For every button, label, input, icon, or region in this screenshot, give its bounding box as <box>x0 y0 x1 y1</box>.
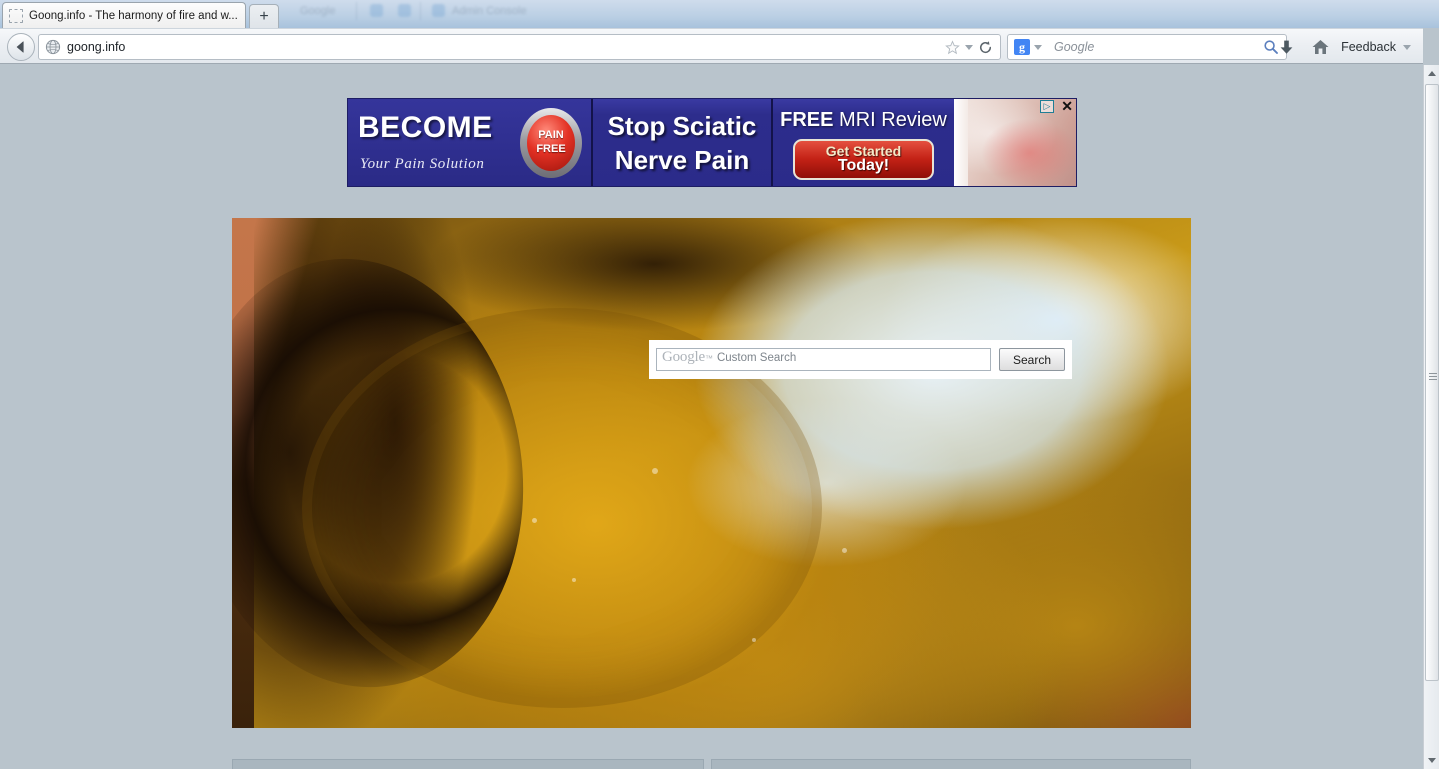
downloads-button[interactable] <box>1269 30 1303 64</box>
custom-search-brand: Google <box>662 349 705 365</box>
search-engine-dropdown-icon[interactable] <box>1034 44 1042 50</box>
ad-pane-become[interactable]: BECOME Your Pain Solution PAIN FREE <box>348 99 593 186</box>
browser-search-placeholder: Google <box>1054 40 1095 54</box>
hero-speck <box>752 638 756 642</box>
address-bar[interactable]: goong.info <box>38 34 1001 60</box>
toolbar-right-actions: Feedback <box>1269 29 1423 65</box>
custom-search-placeholder-text: Custom Search <box>716 352 797 364</box>
scroll-down-button[interactable] <box>1424 752 1439 769</box>
feedback-dropdown-icon[interactable] <box>1403 44 1411 50</box>
google-search-badge-icon[interactable]: g <box>1014 39 1030 55</box>
pain-free-badge-inner: PAIN FREE <box>527 115 575 171</box>
tab-strip: Goong.info - The harmony of fire and w..… <box>0 0 1423 28</box>
ad-headline: BECOME <box>358 111 493 144</box>
page-viewport: BECOME Your Pain Solution PAIN FREE Stop… <box>0 65 1423 769</box>
reload-icon[interactable] <box>978 40 993 55</box>
feedback-label: Feedback <box>1341 40 1396 54</box>
browser-window: Goong.info - The harmony of fire and w..… <box>0 0 1423 769</box>
download-arrow-icon <box>1280 40 1292 54</box>
ad-pane-mri[interactable]: FREE MRI Review Get Started Today! <box>773 99 954 186</box>
ad-pane-photo[interactable]: ▷ ✕ <box>954 99 1076 186</box>
home-icon <box>1312 40 1329 54</box>
browser-tab-goong[interactable]: Goong.info - The harmony of fire and w..… <box>2 2 246 28</box>
ad-sciatic-line-2: Nerve Pain <box>614 145 750 175</box>
scrollbar-grip-icon <box>1429 373 1437 382</box>
ad-cta-line-1: Get Started <box>825 142 902 159</box>
globe-icon <box>45 39 61 55</box>
tab-title: Goong.info - The harmony of fire and w..… <box>29 9 238 22</box>
feedback-button[interactable]: Feedback <box>1337 30 1423 64</box>
custom-search-button[interactable]: Search <box>999 348 1065 371</box>
ad-free-word: FREE <box>780 109 834 131</box>
bookmark-dropdown-icon[interactable] <box>965 44 973 50</box>
back-arrow-icon <box>16 41 24 53</box>
hero-photo: Google™ Custom Search Search g You Tube … <box>232 218 1191 728</box>
ad-free-mri-text: FREE MRI Review <box>773 109 954 132</box>
ad-cta-line-2: Today! <box>837 157 890 175</box>
browser-search-box[interactable]: g Google <box>1007 34 1287 60</box>
ad-cta-button[interactable]: Get Started Today! <box>793 139 934 180</box>
ad-sciatic-line-1: Stop Sciatic <box>607 111 757 141</box>
hero-speck <box>842 548 847 553</box>
adchoices-icon[interactable]: ▷ <box>1040 100 1054 113</box>
navigation-toolbar: goong.info g Google Feedback <box>0 28 1423 64</box>
star-icon[interactable] <box>945 39 960 55</box>
custom-search-trademark: ™ <box>704 354 713 363</box>
content-box-right <box>711 759 1191 769</box>
ad-mri-review-word: MRI Review <box>833 109 947 131</box>
address-bar-actions <box>945 39 996 55</box>
scrollbar-thumb[interactable] <box>1425 84 1439 681</box>
chevron-up-icon <box>1428 71 1436 76</box>
favicon-placeholder-icon <box>9 8 23 23</box>
back-button[interactable] <box>7 33 35 61</box>
ad-tagline: Your Pain Solution <box>360 156 485 172</box>
pain-free-badge-icon: PAIN FREE <box>520 108 582 178</box>
ad-pane-sciatic[interactable]: Stop Sciatic Nerve Pain <box>593 99 773 186</box>
banner-advertisement[interactable]: BECOME Your Pain Solution PAIN FREE Stop… <box>347 98 1077 187</box>
home-button[interactable] <box>1303 30 1337 64</box>
hero-speck <box>572 578 576 582</box>
back-pain-photo <box>954 99 1076 186</box>
ad-close-icon[interactable]: ✕ <box>1061 99 1073 114</box>
custom-search-input[interactable]: Google ™ Custom Search <box>656 348 991 371</box>
badge-line-2: FREE <box>536 143 566 155</box>
custom-search-panel: Google ™ Custom Search Search <box>649 340 1072 379</box>
vertical-scrollbar[interactable] <box>1423 65 1439 769</box>
address-bar-url: goong.info <box>67 40 126 54</box>
hero-speck <box>652 468 658 474</box>
hero-speck <box>532 518 537 523</box>
scroll-up-button[interactable] <box>1424 65 1439 82</box>
chevron-down-icon <box>1428 758 1436 763</box>
new-tab-button[interactable]: + <box>249 4 279 28</box>
badge-line-1: PAIN <box>538 129 564 142</box>
content-box-left <box>232 759 704 769</box>
